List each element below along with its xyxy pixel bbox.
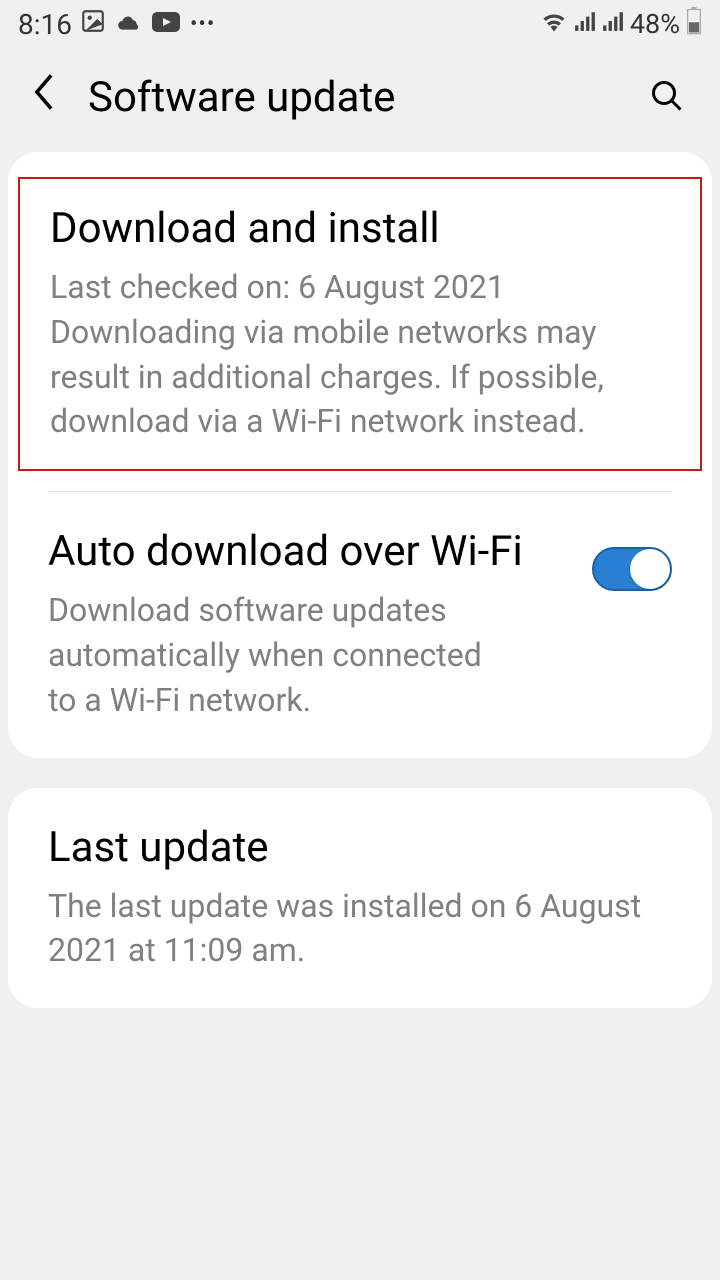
youtube-icon	[152, 9, 180, 39]
search-button[interactable]	[634, 78, 700, 118]
auto-download-title: Auto download over Wi-Fi	[48, 527, 572, 576]
signal-icon-2	[602, 9, 624, 39]
page-title: Software update	[73, 73, 634, 122]
toggle-knob	[630, 549, 670, 589]
header: Software update	[0, 48, 720, 152]
download-install-desc: Last checked on: 6 August 2021 Downloadi…	[50, 265, 670, 444]
battery-icon	[686, 7, 702, 42]
last-update-item[interactable]: Last update The last update was installe…	[8, 788, 712, 1009]
image-icon	[80, 8, 106, 41]
download-install-item[interactable]: Download and install Last checked on: 6 …	[18, 177, 702, 471]
status-time: 8:16	[18, 8, 72, 41]
auto-download-toggle[interactable]	[592, 547, 672, 591]
last-update-title: Last update	[48, 823, 672, 872]
back-button[interactable]	[20, 73, 73, 122]
battery-percent: 48%	[630, 8, 680, 40]
auto-download-desc: Download software updates automatically …	[48, 588, 488, 722]
signal-icon-1	[574, 9, 596, 39]
wifi-icon	[540, 9, 568, 39]
card-last-update: Last update The last update was installe…	[8, 788, 712, 1009]
auto-download-item[interactable]: Auto download over Wi-Fi Download softwa…	[8, 492, 712, 757]
status-bar: 8:16 ••• 48%	[0, 0, 720, 48]
last-update-desc: The last update was installed on 6 Augus…	[48, 884, 672, 974]
download-install-title: Download and install	[50, 204, 670, 253]
cloud-icon	[116, 9, 142, 39]
card-updates: Download and install Last checked on: 6 …	[8, 152, 712, 758]
more-icon: •••	[190, 12, 215, 37]
